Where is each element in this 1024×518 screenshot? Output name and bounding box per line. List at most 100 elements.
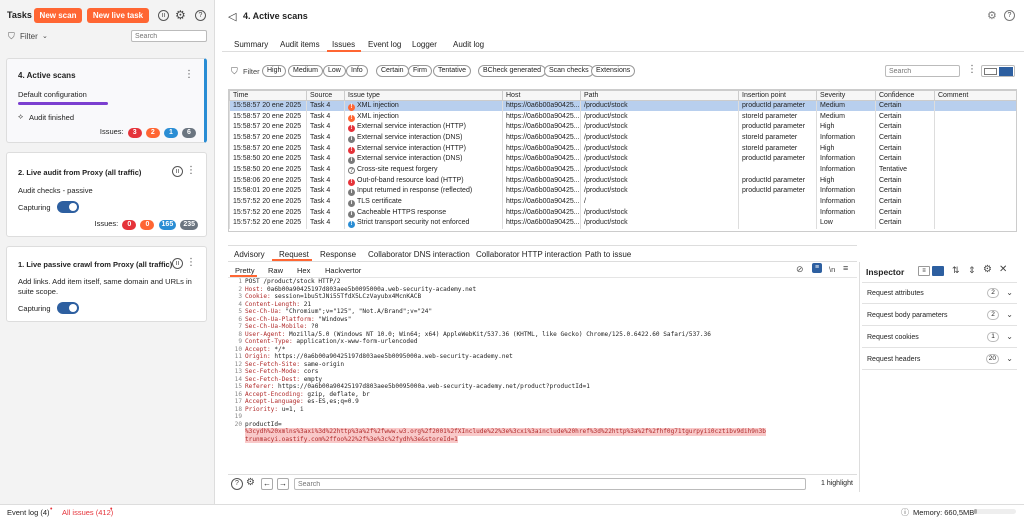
gear-icon[interactable]: ⚙: [983, 264, 992, 275]
help-icon[interactable]: ?: [1004, 10, 1015, 21]
chevron-down-icon[interactable]: ⌄: [1006, 354, 1013, 363]
info-count-badge[interactable]: 6: [182, 128, 196, 138]
filter-low[interactable]: Low: [323, 65, 346, 77]
capturing-toggle[interactable]: [57, 201, 79, 213]
filter-label[interactable]: Filter: [243, 67, 260, 76]
sort-icon[interactable]: ⇅: [952, 265, 960, 276]
table-row[interactable]: 15:58:50 20 ene 2025 Task 4 i External serv…: [229, 153, 1016, 165]
tab-audit-items[interactable]: Audit items: [280, 40, 320, 49]
chevron-down-icon[interactable]: ⌄: [42, 32, 48, 40]
new-live-task-button[interactable]: New live task: [87, 8, 149, 23]
task-card-live-passive-crawl[interactable]: 1. Live passive crawl from Proxy (all tr…: [6, 246, 207, 322]
chevron-down-icon[interactable]: ⌄: [1006, 332, 1013, 341]
col-confidence[interactable]: Confidence: [875, 90, 935, 101]
col-source[interactable]: Source: [306, 90, 345, 101]
filter-certain[interactable]: Certain: [376, 65, 409, 77]
tab-path-to-issue[interactable]: Path to issue: [585, 250, 631, 259]
tab-summary[interactable]: Summary: [234, 40, 268, 49]
more-icon[interactable]: ⋮: [967, 64, 977, 75]
col-insertion-point[interactable]: Insertion point: [738, 90, 817, 101]
chevron-down-icon[interactable]: ⌄: [1006, 310, 1013, 319]
inspector-section[interactable]: Request headers 20 ⌄: [862, 349, 1017, 370]
tab-pretty[interactable]: Pretty: [235, 266, 255, 275]
list-view-icon[interactable]: [999, 67, 1013, 76]
filter-high[interactable]: High: [262, 65, 287, 77]
high-count-badge[interactable]: 0: [122, 220, 137, 230]
col-issue-type[interactable]: Issue type: [344, 90, 503, 101]
filter-tentative[interactable]: Tentative: [433, 65, 472, 77]
tab-response[interactable]: Response: [320, 250, 356, 259]
all-issues-link[interactable]: All issues (412): [62, 508, 113, 517]
prev-arrow-icon[interactable]: ←: [261, 478, 273, 490]
inspector-section[interactable]: Request attributes 2 ⌄: [862, 283, 1017, 304]
tab-event-log[interactable]: Event log: [368, 40, 401, 49]
table-row[interactable]: 15:58:57 20 ene 2025 Task 4! XML injection…: [229, 111, 1016, 122]
tab-audit-log[interactable]: Audit log: [453, 40, 484, 49]
tab-logger[interactable]: Logger: [412, 40, 437, 49]
gear-icon[interactable]: ⚙: [987, 9, 997, 22]
newline-icon[interactable]: \n: [829, 265, 835, 274]
filter-scan-checks[interactable]: Scan checks: [544, 65, 594, 77]
col-time[interactable]: Time: [229, 90, 307, 101]
tab-raw[interactable]: Raw: [268, 266, 283, 275]
filter-firm[interactable]: Firm: [408, 65, 432, 77]
wrap-lines-icon[interactable]: ≡: [812, 263, 822, 273]
collapse-icon[interactable]: ⇕: [968, 265, 976, 276]
table-row[interactable]: 15:58:57 20 ene 2025 Task 4! External serv…: [229, 143, 1016, 154]
col-comment[interactable]: Comment: [934, 90, 1016, 101]
back-arrow-icon[interactable]: ◁: [228, 10, 236, 23]
next-arrow-icon[interactable]: →: [277, 478, 289, 490]
split-view-icon[interactable]: [984, 68, 997, 75]
table-row[interactable]: 15:58:57 20 ene 2025 Task 4! XML injection…: [229, 100, 1016, 112]
filter-icon[interactable]: ⛉: [231, 66, 238, 77]
chevron-down-icon[interactable]: ⌄: [1006, 288, 1013, 297]
col-host[interactable]: Host: [502, 90, 581, 101]
inspector-section[interactable]: Request body parameters 2 ⌄: [862, 305, 1017, 326]
task-card-active-scans[interactable]: 4. Active scans ⋮ Default configuration …: [6, 58, 207, 143]
filter-label[interactable]: Filter: [20, 32, 38, 41]
tab-hex[interactable]: Hex: [297, 266, 310, 275]
table-row[interactable]: 15:58:57 20 ene 2025 Task 4! External serv…: [229, 121, 1016, 133]
help-icon[interactable]: ?: [195, 10, 206, 21]
col-severity[interactable]: Severity: [816, 90, 876, 101]
tab-request[interactable]: Request: [279, 250, 309, 259]
table-row[interactable]: 15:58:50 20 ene 2025 Task 4? Cross-site re…: [229, 164, 1016, 176]
capturing-toggle[interactable]: [57, 302, 79, 314]
pause-icon[interactable]: ıı: [172, 166, 183, 177]
table-row[interactable]: 15:58:57 20 ene 2025 Task 4 i External serv…: [229, 132, 1016, 144]
medium-count-badge[interactable]: 2: [145, 128, 160, 138]
filter-info[interactable]: Info: [346, 65, 368, 77]
pause-icon[interactable]: ıı: [158, 10, 169, 21]
high-count-badge[interactable]: 3: [127, 128, 142, 138]
filter-bcheck-generated[interactable]: BCheck generated: [478, 65, 546, 77]
more-icon[interactable]: ⋮: [184, 69, 194, 80]
more-icon[interactable]: ⋮: [186, 257, 196, 268]
tab-hackvertor[interactable]: Hackvertor: [325, 266, 361, 275]
inspector-list-icon[interactable]: ≡: [918, 266, 930, 276]
tab-issues[interactable]: Issues: [332, 40, 355, 49]
low-count-badge[interactable]: 165: [158, 220, 177, 230]
info-count-badge[interactable]: 235: [180, 220, 198, 230]
help-icon[interactable]: ?: [231, 478, 243, 490]
filter-medium[interactable]: Medium: [288, 65, 323, 77]
eye-off-icon[interactable]: ⊘: [796, 264, 804, 275]
task-card-live-audit[interactable]: 2. Live audit from Proxy (all traffic) ı…: [6, 152, 207, 237]
close-icon[interactable]: ✕: [999, 264, 1007, 275]
menu-icon[interactable]: ≡: [843, 263, 848, 273]
inspector-section[interactable]: Request cookies 1 ⌄: [862, 327, 1017, 348]
editor-search-input[interactable]: [294, 478, 806, 490]
table-row[interactable]: 15:58:01 20 ene 2025 Task 4 i Input returne…: [229, 186, 1016, 197]
low-count-badge[interactable]: 1: [163, 128, 178, 138]
task-search-input[interactable]: [131, 30, 207, 42]
table-row[interactable]: 15:57:52 20 ene 2025 Task 4 i TLS certifica…: [229, 196, 1016, 208]
filter-extensions[interactable]: Extensions: [591, 65, 636, 77]
pause-icon[interactable]: ıı: [172, 258, 183, 269]
settings-icon[interactable]: ⚙: [246, 477, 255, 488]
col-path[interactable]: Path: [580, 90, 739, 101]
gear-icon[interactable]: ⚙: [175, 8, 186, 22]
more-icon[interactable]: ⋮: [186, 165, 196, 176]
table-row[interactable]: 15:58:06 20 ene 2025 Task 4! Out-of-band r…: [229, 175, 1016, 186]
medium-count-badge[interactable]: 0: [140, 220, 155, 230]
view-toggle[interactable]: [981, 65, 1015, 77]
inspector-panel-icon[interactable]: [932, 266, 944, 276]
